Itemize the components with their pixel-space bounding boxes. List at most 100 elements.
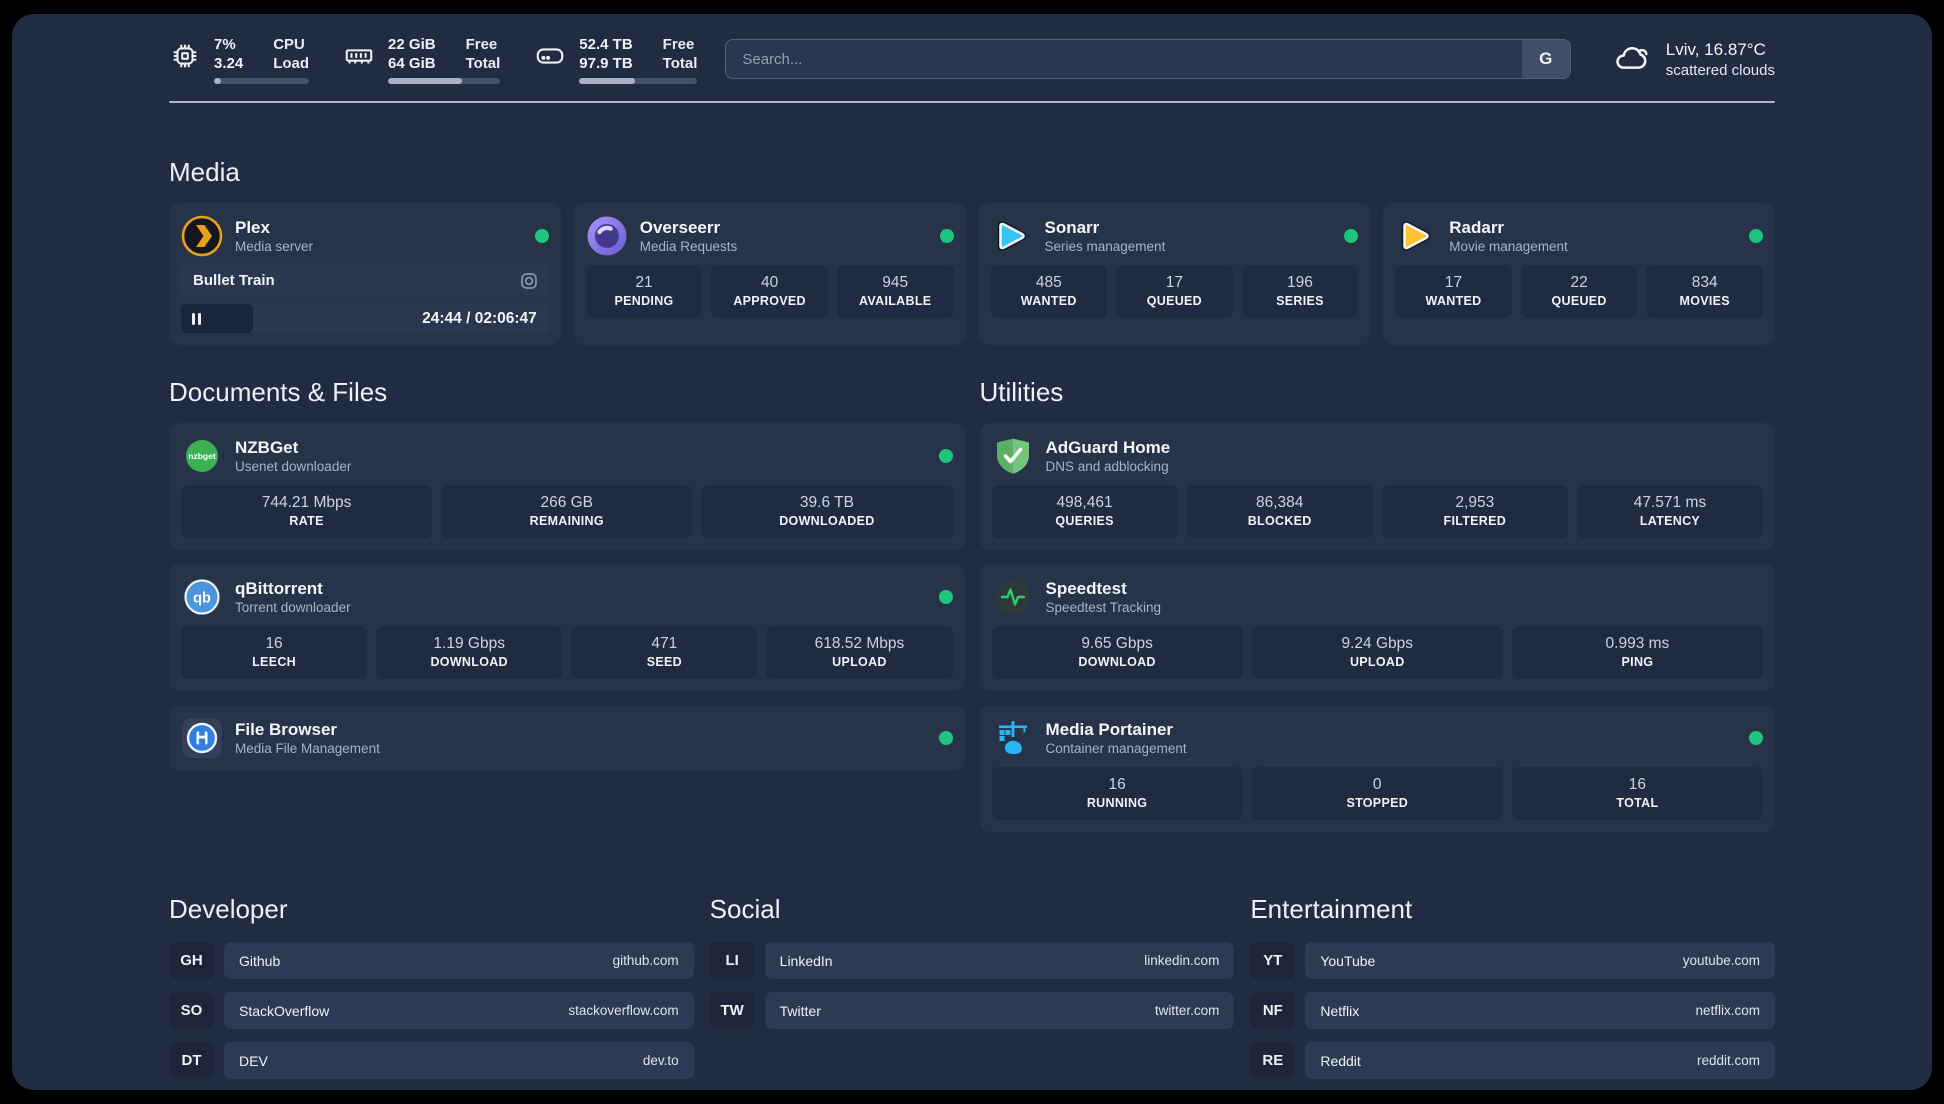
app-card-nzbget[interactable]: nzbget NZBGet Usenet downloader 744.21 Mbps… bbox=[169, 423, 965, 550]
stat-label-top: CPU bbox=[273, 35, 305, 53]
search-engine-button[interactable]: G bbox=[1521, 40, 1570, 78]
header-divider bbox=[169, 101, 1775, 103]
bookmark-github[interactable]: GH Github github.com bbox=[169, 942, 694, 979]
bookmark-link-bar[interactable]: Twitter twitter.com bbox=[764, 992, 1235, 1029]
pause-icon[interactable] bbox=[198, 312, 201, 325]
bookmark-dev[interactable]: DT DEV dev.to bbox=[169, 1042, 694, 1079]
status-dot-online bbox=[1344, 229, 1359, 243]
app-description: Usenet downloader bbox=[235, 459, 352, 474]
bookmark-url: twitter.com bbox=[1154, 1003, 1220, 1018]
stat-label: RUNNING bbox=[1086, 796, 1148, 810]
overseerr-icon bbox=[586, 215, 628, 257]
app-name: qBittorrent bbox=[235, 579, 323, 598]
bookmark-twitter[interactable]: TW Twitter twitter.com bbox=[709, 992, 1235, 1029]
pause-icon[interactable] bbox=[192, 312, 195, 325]
app-card-speedtest[interactable]: Speedtest Speedtest Tracking 9.65 Gbps DOWN… bbox=[979, 564, 1775, 691]
stat-tile: 618.52 Mbps UPLOAD bbox=[766, 626, 953, 679]
app-name: Media Portainer bbox=[1045, 720, 1174, 739]
bookmark-name: Twitter bbox=[779, 1002, 821, 1019]
app-card-plex[interactable]: Plex Media server Bullet Train 24:44 / 02:… bbox=[169, 203, 561, 345]
section-title-utilities: Utilities bbox=[979, 377, 1064, 407]
bookmark-link-bar[interactable]: DEV dev.to bbox=[224, 1042, 694, 1079]
app-card-qbittorrent[interactable]: qb qBittorrent Torrent downloader 16 LEECH 1.… bbox=[169, 564, 965, 691]
stat-value-top: 7% bbox=[214, 35, 236, 53]
stat-tiles: 17 WANTED 22 QUEUED 834 MOVIES bbox=[1395, 265, 1763, 318]
playback-progress-fill bbox=[181, 304, 253, 333]
bookmark-url: netflix.com bbox=[1695, 1003, 1760, 1018]
search-bar[interactable]: G bbox=[725, 39, 1571, 79]
bookmark-link-bar[interactable]: YouTube youtube.com bbox=[1305, 942, 1775, 979]
bookmark-abbreviation: DT bbox=[169, 1042, 214, 1079]
app-description: Speedtest Tracking bbox=[1045, 600, 1162, 615]
stat-label: WANTED bbox=[1425, 294, 1482, 308]
bookmark-abbreviation: SO bbox=[169, 992, 214, 1029]
bookmark-netflix[interactable]: NF Netflix netflix.com bbox=[1250, 992, 1775, 1029]
stat-label: REMAINING bbox=[529, 514, 604, 528]
stat-value: 0 bbox=[1372, 776, 1382, 793]
stat-value-bottom: 3.24 bbox=[214, 54, 244, 72]
speedtest-icon bbox=[992, 576, 1034, 618]
stat-progress-fill bbox=[388, 77, 463, 84]
bookmark-link-bar[interactable]: Netflix netflix.com bbox=[1305, 992, 1775, 1029]
stat-label: SEED bbox=[646, 655, 682, 669]
stat-value: 471 bbox=[651, 635, 678, 652]
bookmark-abbreviation: NF bbox=[1250, 992, 1296, 1029]
bookmark-section-developer: Developer GH Github github.com SO StackOverfl… bbox=[169, 894, 694, 1079]
bookmark-link-bar[interactable]: Github github.com bbox=[224, 942, 694, 979]
stat-tile: 47.571 ms LATENCY bbox=[1576, 485, 1763, 538]
bookmark-section-social: Social LI LinkedIn linkedin.com TW Twitter twi… bbox=[709, 894, 1235, 1079]
plex-icon bbox=[181, 215, 223, 257]
app-description: Media server bbox=[235, 239, 314, 254]
bookmark-url: dev.to bbox=[642, 1053, 679, 1068]
app-card-overseerr[interactable]: Overseerr Media Requests 21 PENDING 40 APPROV… bbox=[573, 203, 966, 345]
stat-value: 21 bbox=[635, 274, 653, 291]
stat-value: 2,953 bbox=[1455, 494, 1495, 511]
stat-label: WANTED bbox=[1020, 294, 1077, 308]
stat-tile: 834 MOVIES bbox=[1646, 265, 1763, 318]
bookmark-link-bar[interactable]: StackOverflow stackoverflow.com bbox=[224, 992, 694, 1029]
stat-tile: 9.24 Gbps UPLOAD bbox=[1251, 626, 1503, 679]
playback-progress-bar[interactable]: 24:44 / 02:06:47 bbox=[181, 304, 549, 333]
bookmark-sections: Developer GH Github github.com SO StackOverfl… bbox=[169, 894, 1775, 1079]
app-description: Media File Management bbox=[235, 741, 380, 756]
stat-tile: 17 QUEUED bbox=[1116, 265, 1233, 318]
bookmark-abbreviation: RE bbox=[1250, 1042, 1296, 1079]
app-card-media-portainer[interactable]: Media Portainer Container management 16 RUN… bbox=[979, 705, 1775, 832]
stat-value: 834 bbox=[1691, 274, 1718, 291]
bookmark-url: youtube.com bbox=[1682, 953, 1760, 968]
bookmark-link-bar[interactable]: Reddit reddit.com bbox=[1305, 1042, 1775, 1079]
app-card-radarr[interactable]: Radarr Movie management 17 WANTED 22 QUEUED 83… bbox=[1383, 203, 1775, 345]
camera-icon[interactable] bbox=[519, 271, 539, 291]
stat-label: STOPPED bbox=[1346, 796, 1409, 810]
stat-label-bottom: Total bbox=[662, 54, 698, 72]
app-name: Radarr bbox=[1449, 218, 1505, 237]
bookmark-reddit[interactable]: RE Reddit reddit.com bbox=[1250, 1042, 1775, 1079]
stat-label: QUEUED bbox=[1551, 294, 1607, 308]
bookmark-linkedin[interactable]: LI LinkedIn linkedin.com bbox=[709, 942, 1235, 979]
bookmark-youtube[interactable]: YT YouTube youtube.com bbox=[1250, 942, 1775, 979]
stat-tile: 16 TOTAL bbox=[1511, 767, 1763, 820]
stat-tile: 485 WANTED bbox=[990, 265, 1108, 318]
stat-label: PING bbox=[1621, 655, 1654, 669]
dashboard-panel: 7% 3.24 CPU Load 22 GiB 64 GiB Free Total 52.4… bbox=[12, 14, 1932, 1090]
stat-label: UPLOAD bbox=[832, 655, 887, 669]
stat-label-top: Free bbox=[465, 35, 498, 53]
app-card-adguard-home[interactable]: AdGuard Home DNS and adblocking 498,461 QUE… bbox=[979, 423, 1775, 550]
bookmark-stackoverflow[interactable]: SO StackOverflow stackoverflow.com bbox=[169, 992, 694, 1029]
bookmark-link-bar[interactable]: LinkedIn linkedin.com bbox=[764, 942, 1235, 979]
weather-location-temp: Lviv, 16.87°C bbox=[1665, 39, 1766, 59]
stat-tile: 498,461 QUERIES bbox=[991, 485, 1178, 538]
stat-label: PENDING bbox=[614, 294, 674, 308]
stat-progress-fill bbox=[579, 77, 635, 84]
stat-label-top: Free bbox=[662, 35, 695, 53]
app-card-file-browser[interactable]: File Browser Media File Management bbox=[169, 705, 965, 771]
search-input[interactable] bbox=[726, 40, 1522, 78]
stat-tile: 744.21 Mbps RATE bbox=[181, 485, 433, 538]
stat-value: 196 bbox=[1287, 274, 1313, 291]
app-card-sonarr[interactable]: Sonarr Series management 485 WANTED 17 QUEUED… bbox=[978, 203, 1371, 345]
stat-value: 16 bbox=[265, 635, 283, 652]
system-stat: 52.4 TB 97.9 TB Free Total bbox=[534, 35, 698, 84]
stat-label: AVAILABLE bbox=[859, 294, 932, 308]
stat-value: 40 bbox=[760, 274, 779, 291]
status-dot-online bbox=[1749, 229, 1763, 243]
